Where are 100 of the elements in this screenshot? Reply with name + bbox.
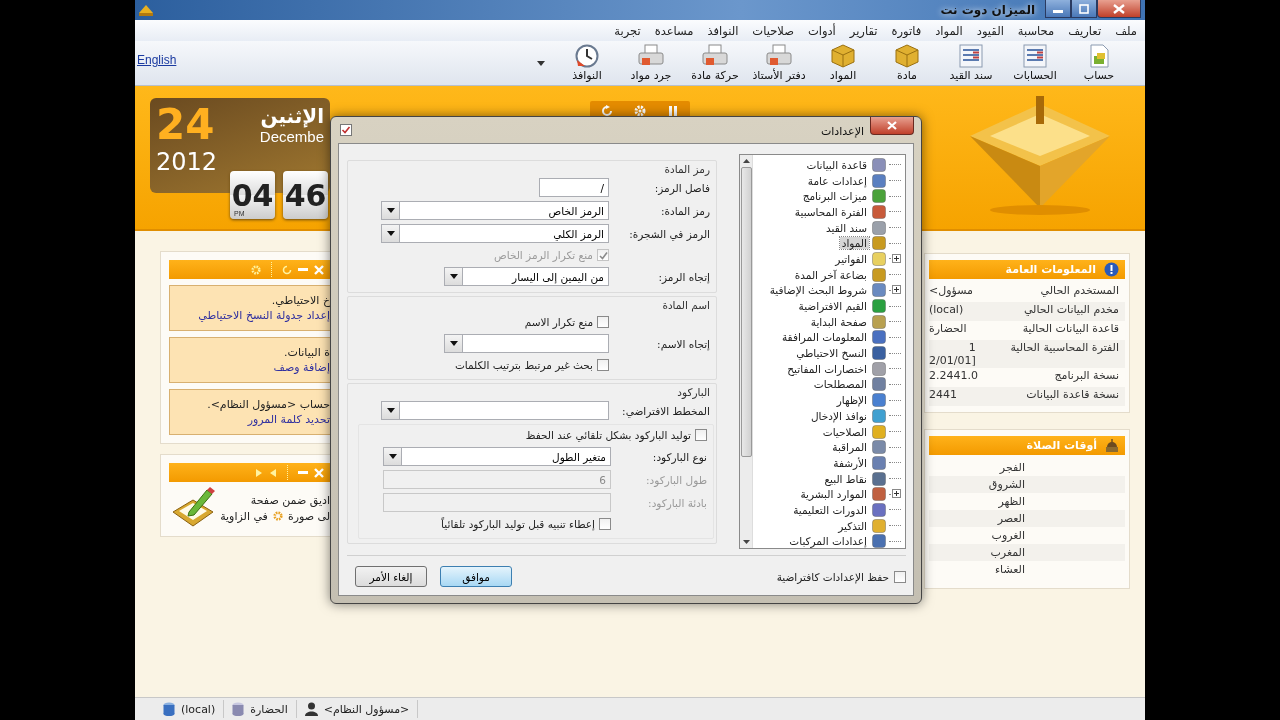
menu-item[interactable]: تقارير — [849, 23, 878, 38]
notice-text: ة البيانات. — [284, 346, 330, 359]
notice-link[interactable]: إضافة وصف — [273, 361, 330, 374]
menu-item[interactable]: ملف — [1115, 23, 1137, 38]
scroll-down-icon[interactable] — [742, 540, 750, 544]
tree-item[interactable]: الأرشفة — [831, 456, 869, 469]
app-icon — [138, 3, 154, 17]
dropdown[interactable]: الرمز الكلي — [381, 224, 609, 243]
minimize-button[interactable] — [1045, 0, 1071, 18]
dropdown[interactable]: متغير الطول — [383, 447, 611, 466]
tree-item[interactable]: المصطلحات — [811, 378, 869, 391]
tree-item[interactable]: شروط البحث الإضافية — [767, 284, 869, 297]
toolbar-button[interactable]: مادة — [875, 42, 939, 84]
menu-item[interactable]: مساعدة — [654, 23, 694, 38]
notice-link[interactable]: تحديد كلمة المرور — [247, 413, 330, 426]
toolbar-button[interactable]: جرد مواد — [619, 42, 683, 84]
ok-button[interactable]: موافق — [440, 566, 512, 587]
tree-item[interactable]: الفترة المحاسبية — [792, 205, 869, 218]
tree-item[interactable]: الفواتير — [833, 252, 869, 265]
tree-item[interactable]: بضاعة آخر المدة — [792, 268, 869, 281]
toolbar-button[interactable]: حساب — [1067, 42, 1131, 84]
tree-item[interactable]: صفحة البداية — [808, 315, 869, 328]
dropdown[interactable]: الرمز الخاص — [381, 201, 609, 220]
gear-icon — [272, 511, 283, 521]
input-field[interactable] — [383, 493, 611, 512]
tree-item[interactable]: القيم الافتراضية — [796, 300, 869, 313]
tree-item[interactable]: قاعدة البيانات — [804, 158, 869, 171]
tree-item[interactable]: المواد — [839, 237, 869, 250]
tree-item[interactable]: المراقبة — [830, 441, 869, 454]
group-title: اسم المادة — [662, 299, 710, 311]
tree-item[interactable]: نقاط البيع — [822, 472, 869, 485]
next-icon[interactable] — [255, 467, 263, 478]
tree-item[interactable]: الدورات التعليمية — [791, 503, 869, 516]
tree-item[interactable]: الإظهار — [834, 394, 869, 407]
tree-item[interactable]: ميزات البرنامج — [800, 190, 869, 203]
tree-item[interactable]: النسخ الاحتياطي — [794, 347, 869, 360]
tree-item[interactable]: المعلومات المرافقة — [779, 331, 869, 344]
printer-icon — [702, 44, 728, 68]
prayer-name: الظهر — [998, 495, 1025, 508]
input-field[interactable]: / — [539, 178, 609, 197]
prayer-name: الشروق — [988, 478, 1025, 491]
info-label: نسخة قاعدة البيانات — [1026, 388, 1119, 401]
expand-icon[interactable] — [892, 285, 901, 295]
toolbar-button[interactable]: النوافذ — [555, 42, 619, 84]
toolbar-button[interactable]: دفتر الأستاذ — [747, 42, 811, 84]
menu-item[interactable]: فاتورة — [891, 23, 922, 38]
tree-item[interactable]: الموارد البشرية — [798, 488, 869, 501]
box-icon — [895, 44, 919, 68]
close-icon[interactable] — [314, 264, 324, 275]
checkbox[interactable] — [695, 429, 707, 441]
toolbar-button[interactable]: سند القيد — [939, 42, 1003, 84]
menu-item[interactable]: المواد — [935, 23, 963, 38]
menu-item[interactable]: النوافذ — [707, 23, 739, 38]
notice-link[interactable]: إعداد جدولة النسخ الاحتياطي — [198, 309, 330, 322]
checkbox[interactable] — [894, 570, 906, 583]
scroll-up-icon[interactable] — [742, 159, 750, 163]
previous-icon[interactable] — [269, 467, 277, 478]
checkbox[interactable] — [599, 518, 611, 530]
caret-icon — [386, 408, 395, 413]
close-button[interactable] — [1097, 0, 1141, 18]
menu-item[interactable]: تجربة — [614, 23, 641, 38]
tree-item[interactable]: إعدادات عامة — [805, 174, 869, 187]
menu-item[interactable]: تعاريف — [1068, 23, 1102, 38]
menu-item[interactable]: صلاحيات — [752, 23, 794, 38]
info-value: 1 — [968, 341, 976, 354]
tree-item[interactable]: سند القيد — [824, 221, 869, 234]
close-button[interactable] — [870, 117, 914, 135]
expand-icon[interactable] — [892, 489, 901, 499]
menu-item[interactable]: القيود — [976, 23, 1004, 38]
checkbox[interactable] — [597, 359, 609, 371]
tree-item[interactable]: نوافذ الإدخال — [808, 409, 869, 422]
info-value: 2.2441.0 — [929, 369, 978, 382]
scrollbar[interactable] — [740, 155, 753, 548]
dropdown[interactable]: من اليمين إلى اليسار — [444, 267, 609, 286]
maximize-button[interactable] — [1071, 0, 1097, 18]
toolbar-button[interactable]: الحسابات — [1003, 42, 1067, 84]
cancel-button[interactable]: إلغاء الأمر — [355, 566, 427, 587]
checkbox-label: منع تكرار الرمز الخاص — [494, 249, 593, 261]
menu-item[interactable]: أدوات — [807, 23, 836, 38]
caret-icon[interactable] — [537, 60, 545, 66]
tree-item[interactable]: إعدادات المركبات — [787, 535, 869, 548]
tree-item[interactable]: التذكير — [836, 519, 869, 532]
pause-icon[interactable] — [667, 105, 680, 117]
expand-icon[interactable] — [892, 253, 901, 263]
toolbar-button[interactable]: المواد — [811, 42, 875, 84]
menu-item[interactable]: محاسبة — [1017, 23, 1055, 38]
checkbox[interactable] — [597, 316, 609, 328]
tree-item[interactable]: الصلاحيات — [820, 425, 869, 438]
dropdown[interactable] — [381, 401, 609, 420]
document-icon — [1088, 44, 1110, 68]
scroll-thumb[interactable] — [740, 167, 752, 457]
toolbar-button[interactable]: حركة مادة — [683, 42, 747, 84]
printer-icon — [766, 44, 792, 68]
close-icon[interactable] — [314, 467, 324, 478]
tree-item[interactable]: اختصارات المفاتيح — [785, 362, 869, 375]
tile-icon — [872, 299, 886, 314]
tile-icon — [872, 220, 886, 235]
tile-icon — [872, 424, 886, 439]
language-link[interactable]: English — [137, 53, 177, 67]
dropdown[interactable] — [444, 334, 609, 353]
